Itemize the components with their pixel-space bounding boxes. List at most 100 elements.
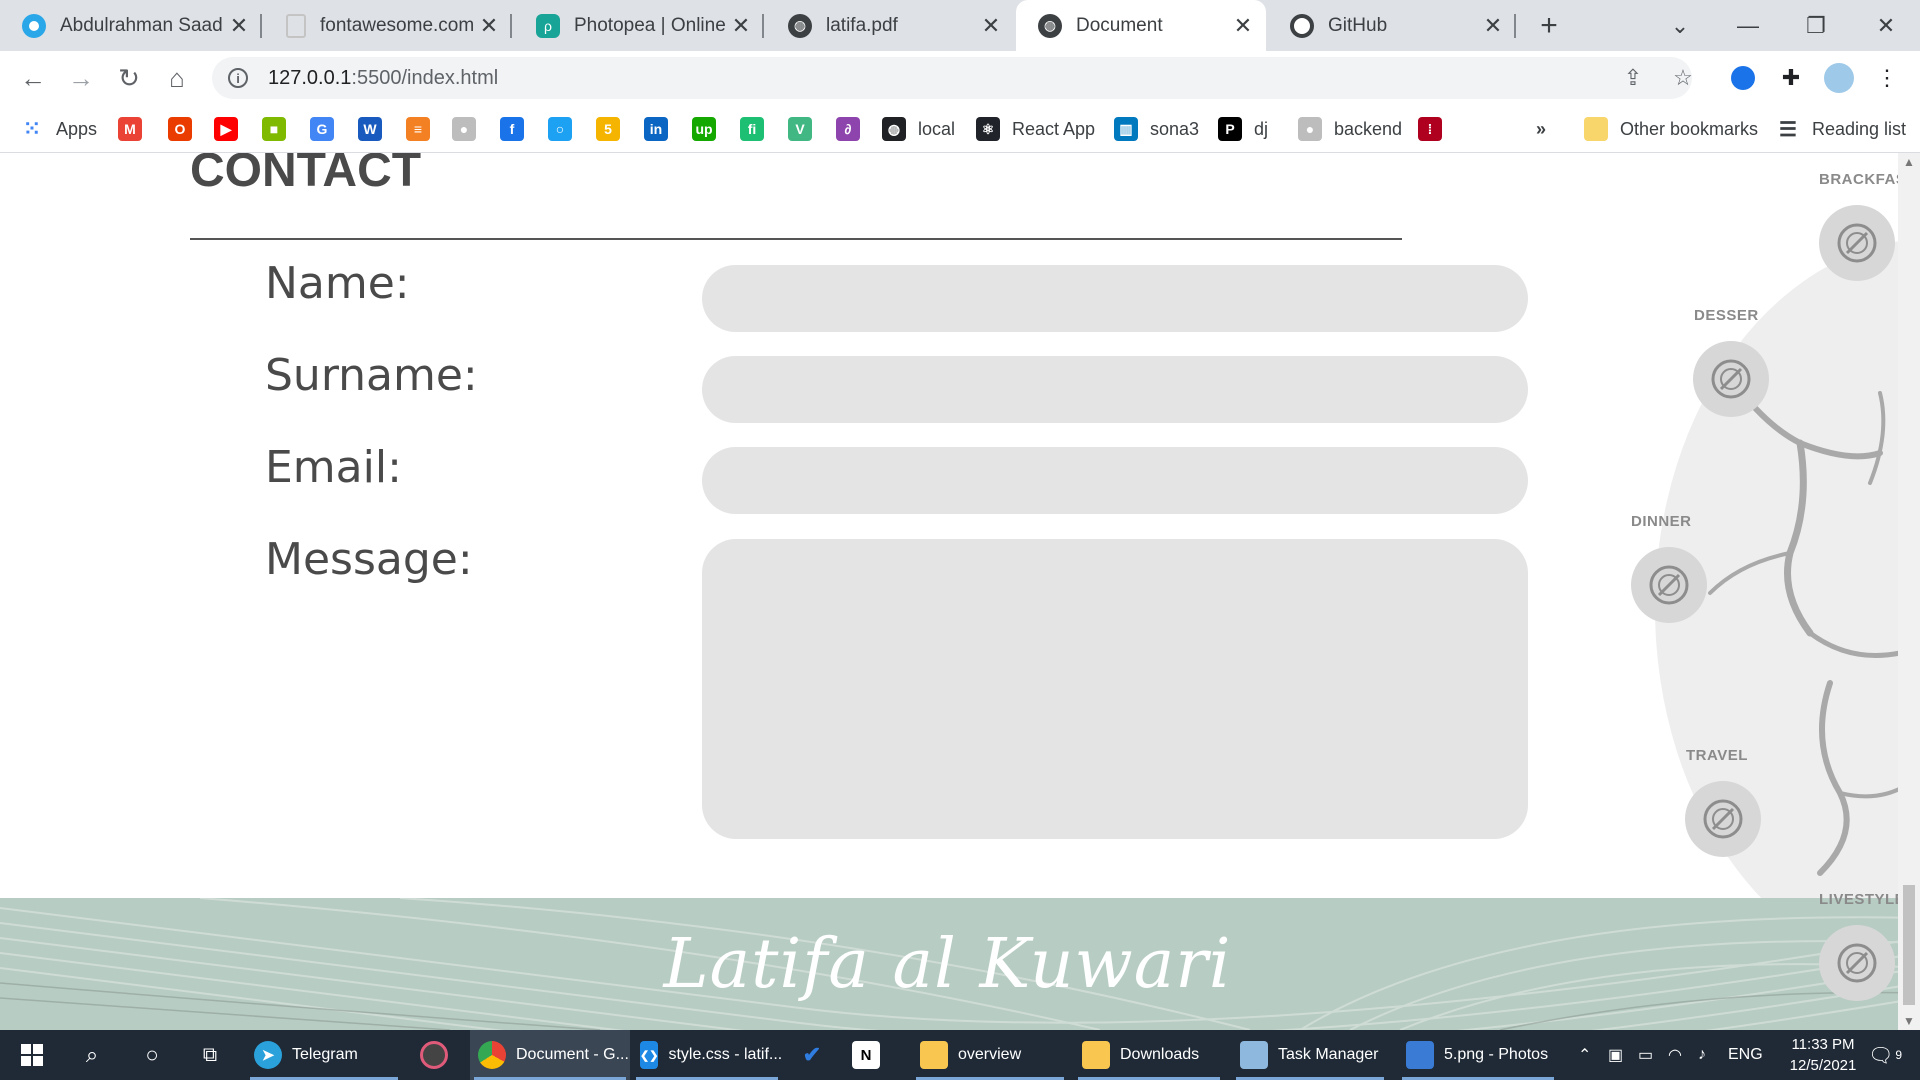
bookmark-github[interactable]: ●: [452, 115, 476, 143]
category-button-breakfast[interactable]: [1819, 205, 1895, 281]
tab-latifa-pdf[interactable]: ◍ latifa.pdf ✕: [766, 0, 1014, 51]
minimize-button[interactable]: —: [1728, 8, 1768, 44]
category-button-dinner[interactable]: [1631, 547, 1707, 623]
bookmark-office[interactable]: O: [168, 115, 192, 143]
taskbar-media[interactable]: [412, 1030, 462, 1080]
search-icon[interactable]: ⌕: [74, 1030, 110, 1080]
bookmark-microsoft[interactable]: ■: [262, 115, 286, 143]
title-divider: [190, 238, 1402, 240]
reload-button[interactable]: ↻: [110, 59, 148, 97]
tab-github[interactable]: GitHub ✕: [1268, 0, 1516, 51]
bookmark-stackoverflow[interactable]: ≡: [406, 115, 430, 143]
tab-photopea[interactable]: ρ Photopea | Online Ph ✕: [514, 0, 764, 51]
bookmark-word[interactable]: W: [358, 115, 382, 143]
taskbar-telegram[interactable]: ➤ Telegram: [246, 1030, 402, 1080]
back-button[interactable]: ←: [14, 59, 52, 97]
bookmark-vue[interactable]: V: [788, 115, 812, 143]
system-clock[interactable]: 11:33 PM 12/5/2021: [1768, 1034, 1878, 1076]
volume-icon[interactable]: ♪: [1698, 1030, 1706, 1080]
category-button-dessert[interactable]: [1693, 341, 1769, 417]
vertical-scrollbar[interactable]: ▲ ▼: [1898, 153, 1920, 1030]
plate-icon: [1711, 359, 1751, 399]
taskbar-photos[interactable]: 5.png - Photos: [1398, 1030, 1558, 1080]
profile-avatar[interactable]: [1824, 63, 1854, 93]
language-indicator[interactable]: ENG: [1728, 1030, 1763, 1080]
menu-kebab-icon[interactable]: ⋮: [1872, 63, 1902, 93]
bookmarks-bar: ⁙ Apps M O ▶ ■ G W ≡ ● f ○ 5 in up fi V ∂ ◍ local ⚛ React App…: [0, 105, 1920, 153]
taskbar-folder[interactable]: Downloads: [1074, 1030, 1224, 1080]
close-icon[interactable]: ✕: [478, 13, 500, 38]
home-button[interactable]: ⌂: [158, 59, 196, 97]
reading-list-button[interactable]: ☰ Reading list: [1776, 115, 1906, 143]
tab-search-button[interactable]: ⌄: [1660, 8, 1700, 44]
task-view-icon[interactable]: ⧉: [192, 1030, 228, 1080]
battery-icon[interactable]: ▭: [1638, 1030, 1653, 1080]
tab-abdulrahman[interactable]: Abdulrahman Saad | ✕: [0, 0, 262, 51]
other-bookmarks-folder[interactable]: Other bookmarks: [1584, 115, 1758, 143]
scrollbar-thumb[interactable]: [1903, 885, 1915, 1005]
cortana-icon[interactable]: ○: [134, 1030, 170, 1080]
taskbar-task-manager[interactable]: Task Manager: [1232, 1030, 1388, 1080]
close-icon[interactable]: ✕: [1482, 13, 1504, 38]
bookmark-upwork[interactable]: up: [692, 115, 716, 143]
message-textarea[interactable]: [702, 539, 1528, 839]
close-icon[interactable]: ✕: [980, 13, 1002, 38]
extensions-puzzle-icon[interactable]: ✚: [1776, 63, 1806, 93]
bookmark-gmail[interactable]: M: [118, 115, 142, 143]
bookmark-backend[interactable]: ● backend: [1298, 115, 1402, 143]
reading-list-label: Reading list: [1812, 118, 1907, 139]
close-icon[interactable]: ✕: [1232, 13, 1254, 38]
bookmark-youtube[interactable]: ▶: [214, 115, 238, 143]
bookmark-local[interactable]: ◍ local: [882, 115, 955, 143]
address-bar[interactable]: i 127.0.0.1:5500/index.html: [212, 57, 1692, 99]
plate-icon: [1837, 223, 1877, 263]
taskbar-folder[interactable]: overview: [912, 1030, 1068, 1080]
name-input[interactable]: [702, 265, 1528, 332]
category-button-lifestyle[interactable]: [1819, 925, 1895, 1001]
bookmark-dj[interactable]: Pdj: [1218, 115, 1268, 143]
start-button[interactable]: [14, 1030, 50, 1080]
scroll-down-arrow-icon[interactable]: ▼: [1898, 1012, 1920, 1030]
taskbar-todo[interactable]: ✔: [790, 1030, 840, 1080]
tray-chevron-icon[interactable]: ⌃: [1578, 1030, 1591, 1080]
bookmark-sona3[interactable]: ▥ sona3: [1114, 115, 1199, 143]
wifi-icon[interactable]: ◠: [1668, 1030, 1682, 1080]
bookmark-red-dots[interactable]: ⁞: [1418, 115, 1442, 143]
taskbar-chrome[interactable]: Document - G...: [470, 1030, 630, 1080]
tab-fontawesome[interactable]: fontawesome.com ✕: [264, 0, 512, 51]
circle-icon: ○: [548, 117, 572, 141]
bookmark-html5[interactable]: 5: [596, 115, 620, 143]
email-input[interactable]: [702, 447, 1528, 514]
tab-separator: [1514, 14, 1516, 38]
forward-button[interactable]: →: [62, 59, 100, 97]
close-window-button[interactable]: ✕: [1866, 8, 1906, 44]
scroll-up-arrow-icon[interactable]: ▲: [1898, 153, 1920, 171]
category-button-travel[interactable]: [1685, 781, 1761, 857]
notifications-button[interactable]: 🗨 9: [1868, 1030, 1902, 1080]
close-icon[interactable]: ✕: [228, 13, 250, 38]
bookmark-swirl[interactable]: ∂: [836, 115, 860, 143]
bookmark-react-app[interactable]: ⚛ React App: [976, 115, 1095, 143]
restore-button[interactable]: ❐: [1796, 8, 1836, 44]
bookmark-apps[interactable]: ⁙ Apps: [20, 115, 97, 143]
name-label: Name:: [265, 258, 410, 309]
share-icon[interactable]: ⇪: [1618, 63, 1648, 93]
bookmark-translate[interactable]: G: [310, 115, 334, 143]
star-icon[interactable]: ☆: [1668, 63, 1698, 93]
tab-separator: [260, 14, 262, 38]
surname-input[interactable]: [702, 356, 1528, 423]
tab-document[interactable]: ◍ Document ✕: [1016, 0, 1266, 51]
bookmark-fiverr[interactable]: fi: [740, 115, 764, 143]
extension-globe-icon[interactable]: [1728, 63, 1758, 93]
close-icon[interactable]: ✕: [730, 13, 752, 38]
bookmarks-overflow-button[interactable]: »: [1536, 115, 1546, 143]
taskbar-notion[interactable]: N: [844, 1030, 894, 1080]
new-tab-button[interactable]: +: [1531, 8, 1567, 44]
bookmark-freecodecamp[interactable]: f: [500, 115, 524, 143]
bookmark-linkedin[interactable]: in: [644, 115, 668, 143]
site-info-icon[interactable]: i: [228, 68, 248, 88]
telegram-icon: ➤: [254, 1041, 282, 1069]
bookmark-circle[interactable]: ○: [548, 115, 572, 143]
taskbar-vscode[interactable]: ❮❯ style.css - latif...: [632, 1030, 782, 1080]
tray-meet-icon[interactable]: ▣: [1608, 1030, 1623, 1080]
